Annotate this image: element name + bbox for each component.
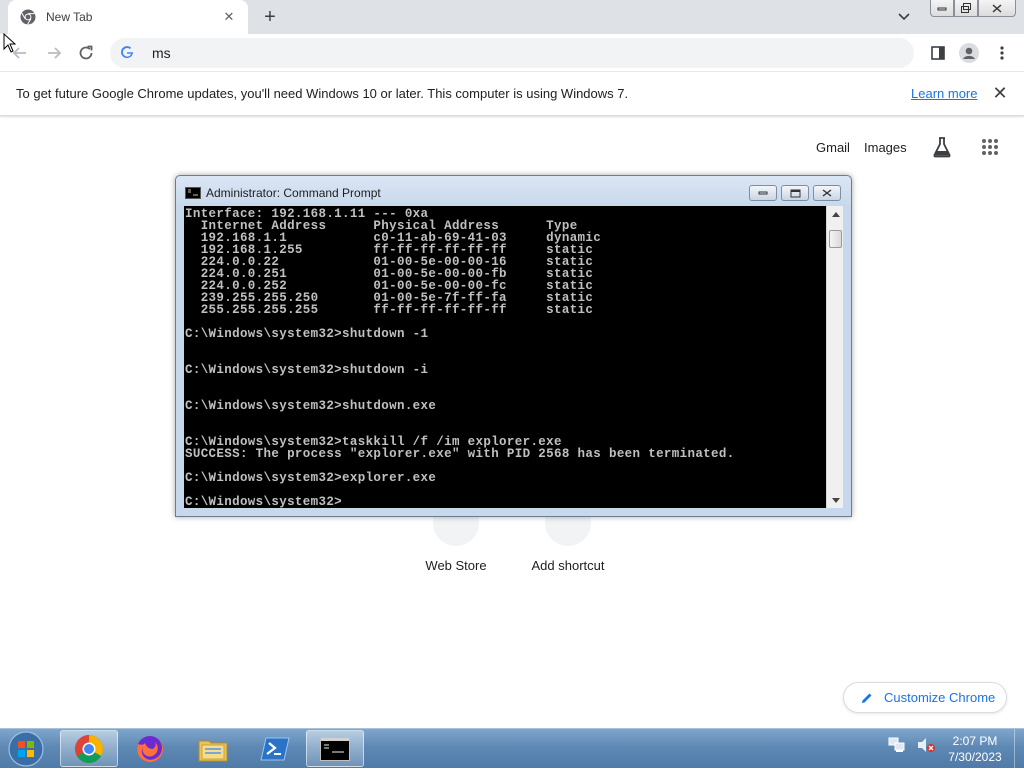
close-icon[interactable]: ✕ xyxy=(220,8,238,26)
infobar-close-icon[interactable]: ✕ xyxy=(990,83,1010,103)
chrome-icon xyxy=(75,734,103,763)
triangle-up-icon xyxy=(831,211,840,217)
chevron-down-icon xyxy=(898,13,910,21)
forward-button[interactable] xyxy=(42,41,66,65)
taskbar-firefox[interactable] xyxy=(121,730,179,767)
flask-icon xyxy=(933,137,951,158)
forward-arrow-icon xyxy=(48,47,62,59)
minimize-icon xyxy=(758,191,768,195)
system-tray xyxy=(888,737,936,753)
command-prompt-icon xyxy=(185,187,201,199)
cmd-close-button[interactable] xyxy=(813,185,841,201)
triangle-down-icon xyxy=(831,497,840,503)
mouse-cursor-icon xyxy=(3,33,16,53)
chrome-icon xyxy=(20,9,36,25)
powershell-icon xyxy=(260,737,290,760)
minimize-button[interactable] xyxy=(930,0,954,17)
maximize-icon xyxy=(790,189,800,197)
update-infobar: To get future Google Chrome updates, you… xyxy=(0,72,1024,116)
firefox-icon xyxy=(137,735,163,762)
pencil-icon xyxy=(860,691,874,705)
more-vert-icon xyxy=(1000,46,1004,60)
tab-strip: New Tab ✕ + xyxy=(0,0,1024,34)
tab-search-button[interactable] xyxy=(894,7,914,27)
infobar-message: To get future Google Chrome updates, you… xyxy=(16,86,629,101)
shortcut-label: Add shortcut xyxy=(531,558,605,573)
file-explorer-icon xyxy=(198,740,228,761)
menu-button[interactable] xyxy=(990,41,1014,65)
gmail-link[interactable]: Gmail xyxy=(816,140,850,155)
command-prompt-icon xyxy=(320,736,350,761)
windows-orb-icon xyxy=(8,731,44,767)
reload-icon xyxy=(79,45,93,60)
learn-more-link[interactable]: Learn more xyxy=(911,86,977,101)
taskbar-command-prompt[interactable] xyxy=(306,730,364,767)
scroll-up-button[interactable] xyxy=(827,206,844,222)
minimize-icon xyxy=(937,7,947,11)
labs-button[interactable] xyxy=(930,135,954,159)
cmd-maximize-button[interactable] xyxy=(781,185,809,201)
customize-chrome-button[interactable]: Customize Chrome xyxy=(843,682,1007,713)
restore-icon xyxy=(961,3,971,13)
browser-toolbar xyxy=(0,34,1024,72)
google-apps-button[interactable] xyxy=(978,135,1002,159)
google-icon xyxy=(120,45,136,61)
new-tab-button[interactable]: + xyxy=(258,5,282,29)
reload-button[interactable] xyxy=(74,41,98,65)
tab-new-tab[interactable]: New Tab ✕ xyxy=(8,0,248,34)
network-icon[interactable] xyxy=(888,737,906,753)
scroll-thumb[interactable] xyxy=(829,230,842,248)
clock-time: 2:07 PM xyxy=(952,734,998,748)
cmd-window-controls xyxy=(749,185,841,201)
side-panel-button[interactable] xyxy=(926,41,950,65)
command-prompt-window[interactable]: Administrator: Command Prompt Interface:… xyxy=(175,175,852,517)
address-bar[interactable] xyxy=(110,38,914,68)
cmd-title: Administrator: Command Prompt xyxy=(206,186,381,200)
show-desktop-button[interactable] xyxy=(1014,729,1024,769)
scroll-down-button[interactable] xyxy=(827,492,844,508)
close-icon xyxy=(992,3,1002,13)
cmd-minimize-button[interactable] xyxy=(749,185,777,201)
shortcut-label: Web Store xyxy=(425,558,487,573)
close-icon xyxy=(822,189,832,197)
taskbar-powershell[interactable] xyxy=(246,730,304,767)
taskbar-file-explorer[interactable] xyxy=(184,730,242,767)
taskbar-chrome[interactable] xyxy=(60,730,118,767)
clock-date: 7/30/2023 xyxy=(948,750,1002,764)
console-scrollbar[interactable] xyxy=(826,206,843,508)
window-close-button[interactable] xyxy=(978,0,1016,17)
volume-muted-icon[interactable] xyxy=(916,737,936,753)
console-text: Interface: 192.168.1.11 --- 0xa Internet… xyxy=(185,207,735,508)
system-clock[interactable]: 2:07 PM 7/30/2023 xyxy=(940,733,1010,765)
taskbar: 2:07 PM 7/30/2023 xyxy=(0,728,1024,769)
cmd-titlebar[interactable]: Administrator: Command Prompt xyxy=(176,176,851,206)
side-panel-icon xyxy=(931,46,945,60)
address-input[interactable] xyxy=(150,44,850,62)
tab-title: New Tab xyxy=(46,10,93,24)
customize-label: Customize Chrome xyxy=(884,690,996,705)
apps-grid-icon xyxy=(982,139,998,155)
console-output[interactable]: Interface: 192.168.1.11 --- 0xa Internet… xyxy=(184,206,826,508)
profile-button[interactable] xyxy=(957,41,981,65)
start-button[interactable] xyxy=(6,731,46,767)
plus-icon: + xyxy=(264,5,276,28)
avatar-icon xyxy=(959,43,979,63)
images-link[interactable]: Images xyxy=(864,140,907,155)
restore-button[interactable] xyxy=(954,0,978,17)
window-controls xyxy=(930,0,1016,18)
